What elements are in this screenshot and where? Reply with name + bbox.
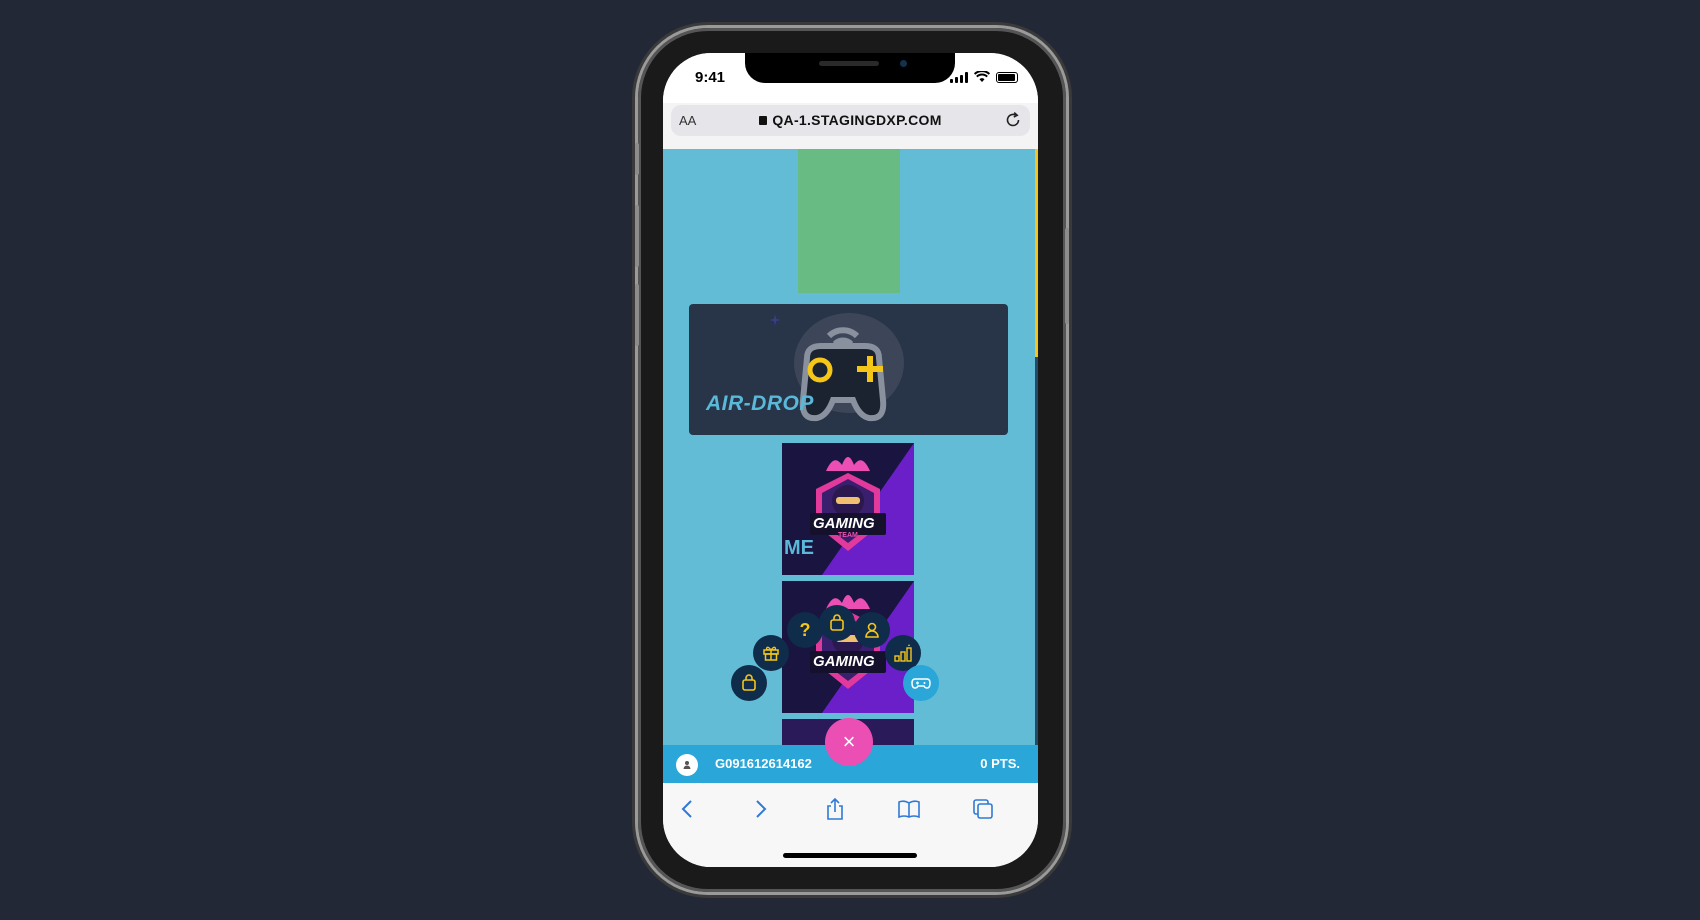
user-id: G091612614162 [715,756,812,771]
phone-screen: 9:41 AA QA-1.STAGINGDXP.COM AIR-DROP GAM… [663,53,1038,867]
battery-icon [996,71,1018,83]
speaker-grille [819,61,879,66]
lock-icon [759,116,768,125]
bag-button[interactable] [731,665,767,701]
shop-icon [830,614,844,631]
avatar[interactable] [676,754,698,776]
avatar-icon [683,761,691,769]
tabs-icon [973,799,993,819]
front-camera [900,60,907,67]
airdrop-banner[interactable]: AIR-DROP [689,304,1008,435]
game-tile[interactable]: GAMING TEAM ME [782,443,914,575]
profile-button[interactable] [854,612,890,648]
close-menu-button[interactable]: × [825,718,873,766]
rewards-button[interactable] [753,635,789,671]
volume-up-button [635,205,639,267]
chevron-left-icon [681,800,692,818]
status-time: 9:41 [695,69,726,86]
user-icon [865,622,879,638]
forward-button[interactable] [747,795,775,823]
share-icon [827,797,843,820]
url-text[interactable]: QA-1.STAGINGDXP.COM [772,112,941,128]
scrollbar-track[interactable] [1035,357,1038,749]
status-icons [950,71,1018,83]
browser-toolbar [663,783,1038,867]
book-icon [898,800,920,819]
help-button[interactable]: ? [787,612,823,648]
page-content[interactable]: AIR-DROP GAMING TEAM ME GAMING [663,149,1038,749]
sparkle-icon [769,314,781,326]
points-balance: 0 PTS. [980,756,1020,771]
share-button[interactable] [821,795,849,823]
scrollbar-thumb[interactable] [1035,149,1038,357]
power-button [1065,228,1069,324]
tabs-button[interactable] [969,795,997,823]
shop-button[interactable] [819,605,855,641]
gamepad-icon [911,678,931,689]
tile-overlay-text: ME [784,537,814,559]
leaderboard-icon [894,644,912,662]
gift-icon [763,646,779,661]
reload-icon[interactable] [1004,111,1022,129]
image-placeholder[interactable] [798,149,900,293]
back-button[interactable] [673,795,701,823]
mute-switch [635,143,639,175]
wifi-icon [974,71,990,82]
games-button[interactable] [903,665,939,701]
volume-down-button [635,284,639,346]
logo-text: GAMING [813,653,875,670]
bookmarks-button[interactable] [895,795,923,823]
logo-text: GAMING [813,515,875,532]
home-indicator [783,853,917,858]
bag-icon [742,674,756,691]
logo-subtext: TEAM [838,532,858,539]
airdrop-label: AIR-DROP [706,392,814,415]
address-bar[interactable]: AA QA-1.STAGINGDXP.COM [671,105,1030,136]
status-bar: 9:41 [663,53,1038,103]
cellular-signal-icon [950,71,968,83]
notch [745,53,955,83]
help-icon: ? [799,619,811,640]
close-icon: × [842,729,856,754]
chevron-right-icon [756,800,767,818]
